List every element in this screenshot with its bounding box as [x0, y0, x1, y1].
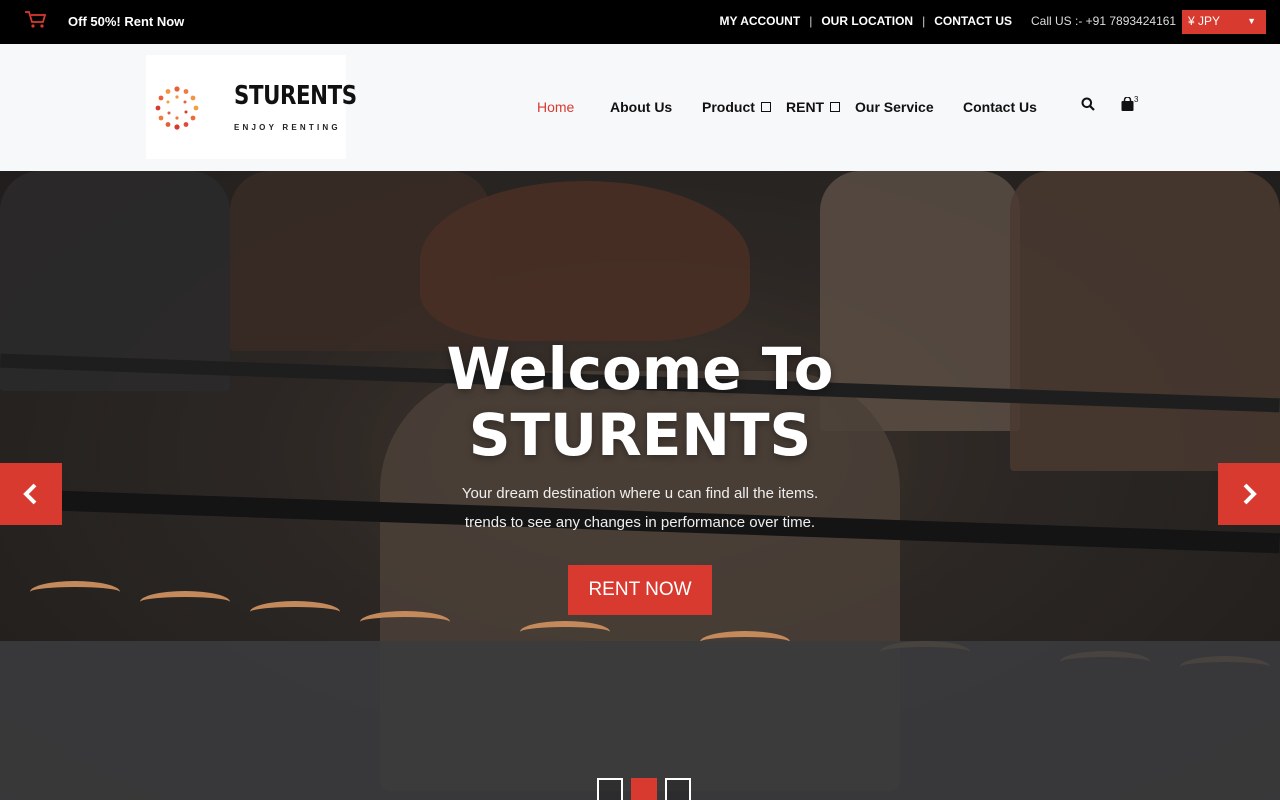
chevron-left-icon: [23, 483, 37, 505]
top-links: MY ACCOUNT | OUR LOCATION | CONTACT US: [720, 14, 1012, 28]
brand-tagline: ENJOY RENTING: [234, 123, 341, 132]
top-bar: Off 50%! Rent Now MY ACCOUNT | OUR LOCAT…: [0, 0, 1280, 44]
slide-dot-2[interactable]: [631, 778, 657, 800]
slide-indicators: [597, 778, 691, 800]
our-location-link[interactable]: OUR LOCATION: [821, 14, 913, 28]
shopping-bag-icon[interactable]: [1121, 96, 1134, 116]
dropdown-icon: [830, 102, 841, 112]
divider: |: [922, 14, 926, 28]
brand-name: STURENTS: [234, 81, 357, 111]
my-account-link[interactable]: MY ACCOUNT: [720, 14, 801, 28]
chevron-down-icon: ▼: [1247, 16, 1256, 26]
promo-text[interactable]: Off 50%! Rent Now: [68, 14, 184, 29]
contact-us-link[interactable]: CONTACT US: [934, 14, 1012, 28]
chevron-right-icon: [1243, 483, 1257, 505]
dropdown-icon: [760, 102, 771, 112]
currency-select[interactable]: ¥ JPY ▼: [1182, 10, 1266, 34]
hero-title-line2: STURENTS: [468, 401, 812, 469]
nav-rent-label: RENT: [786, 99, 825, 115]
logo[interactable]: STURENTS ENJOY RENTING: [146, 55, 357, 159]
hero-subtitle-line1: Your dream destination where u can find …: [461, 485, 819, 502]
hero-title: Welcome To STURENTS: [0, 336, 1280, 468]
hero-subtitle-line2: trends to see any changes in performance…: [464, 514, 816, 531]
logo-mark-icon: [155, 86, 199, 130]
search-icon[interactable]: [1081, 97, 1095, 116]
prev-slide-button[interactable]: [0, 463, 62, 525]
nav-product-label: Product: [702, 99, 755, 115]
divider: |: [809, 14, 813, 28]
next-slide-button[interactable]: [1218, 463, 1280, 525]
hero-slider: Welcome To STURENTS Your dream destinati…: [0, 171, 1280, 800]
phone-number: Call US :- +91 7893424161: [1031, 14, 1177, 28]
hero-title-line1: Welcome To: [446, 335, 834, 403]
slide-dot-1[interactable]: [597, 778, 623, 800]
nav-product[interactable]: Product: [702, 99, 771, 115]
nav-home[interactable]: Home: [537, 99, 574, 115]
currency-value: ¥ JPY: [1188, 14, 1221, 28]
cart-count-badge: 3: [1134, 95, 1139, 104]
rent-now-button[interactable]: RENT NOW: [568, 565, 712, 615]
nav-our-service[interactable]: Our Service: [855, 99, 934, 115]
cart-icon: [24, 10, 48, 33]
nav-rent[interactable]: RENT: [786, 99, 841, 115]
nav-contact-us[interactable]: Contact Us: [963, 99, 1037, 115]
promo[interactable]: Off 50%! Rent Now: [24, 10, 184, 33]
nav-about-us[interactable]: About Us: [610, 99, 672, 115]
slide-dot-3[interactable]: [665, 778, 691, 800]
site-header: STURENTS ENJOY RENTING Home About Us Pro…: [0, 44, 1280, 171]
